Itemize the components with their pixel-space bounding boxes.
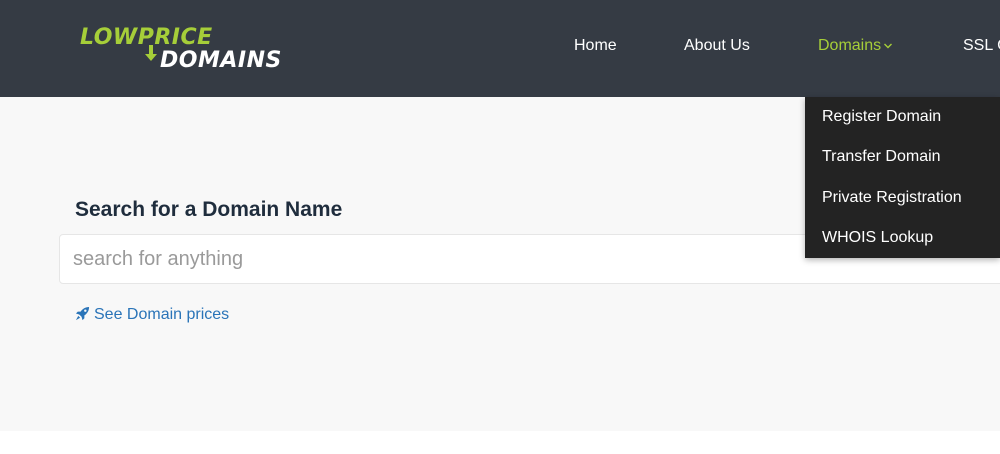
see-domain-prices-label: See Domain prices: [94, 306, 230, 323]
chevron-down-icon: [884, 43, 893, 49]
menu-item-private-registration[interactable]: Private Registration: [822, 188, 962, 208]
nav-home[interactable]: Home: [574, 36, 617, 56]
nav-ssl[interactable]: SSL C: [963, 36, 1000, 56]
menu-item-transfer-domain[interactable]: Transfer Domain: [822, 147, 941, 167]
logo-text-domains: DOMAINS: [160, 48, 282, 73]
nav-domains[interactable]: Domains: [818, 36, 893, 56]
see-domain-prices-link[interactable]: See Domain prices: [75, 305, 229, 325]
search-title: Search for a Domain Name: [75, 198, 343, 221]
domains-dropdown-menu: Register Domain Transfer Domain Private …: [805, 97, 1000, 258]
rocket-icon: [75, 306, 90, 321]
menu-item-register-domain[interactable]: Register Domain: [822, 107, 941, 127]
menu-item-whois-lookup[interactable]: WHOIS Lookup: [822, 228, 933, 248]
nav-about-us[interactable]: About Us: [684, 36, 750, 56]
nav-domains-label: Domains: [818, 37, 882, 54]
logo-arrow-icon: [145, 45, 157, 61]
site-header: LOWPRICE DOMAINS Home About Us Domains S…: [0, 0, 1000, 97]
site-logo[interactable]: LOWPRICE DOMAINS: [80, 26, 310, 76]
